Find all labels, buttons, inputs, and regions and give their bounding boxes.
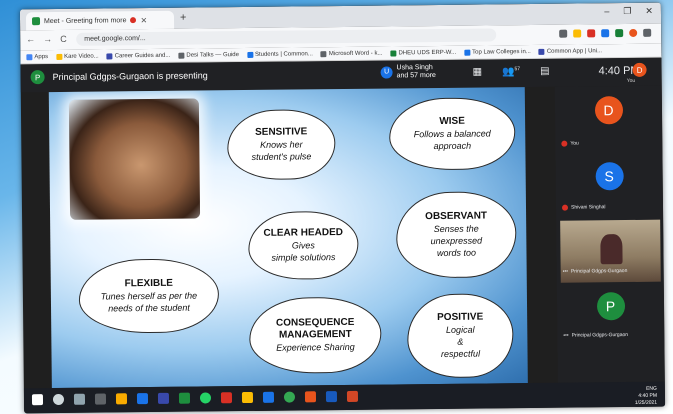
people-icon[interactable]: 👥57 <box>502 66 520 78</box>
close-tab-icon[interactable]: ✕ <box>140 16 147 25</box>
cloud-clear-headed: CLEAR HEADED Gives simple solutions <box>248 210 359 280</box>
tab-title: Meet - Greeting from more <box>43 16 127 25</box>
app-icon[interactable] <box>220 392 233 404</box>
more-icon[interactable]: ••• <box>563 333 568 339</box>
browser-tab[interactable]: Meet - Greeting from more ✕ <box>25 10 175 31</box>
extension-icon[interactable] <box>615 29 624 38</box>
cloud-sensitive: SENSITIVE Knows her student's pulse <box>226 109 336 181</box>
self-avatar[interactable]: D <box>632 62 647 77</box>
extension-icon[interactable] <box>587 29 596 38</box>
meet-favicon-icon <box>31 17 41 26</box>
meet-controls: ▦ 👥57 ▤ <box>473 66 550 78</box>
star-icon[interactable] <box>573 29 582 38</box>
participant-label: You <box>561 140 579 147</box>
app-icon[interactable] <box>178 392 191 404</box>
file-explorer-icon[interactable] <box>115 393 128 405</box>
cloud-flexible: FLEXIBLE Tunes herself as per the needs … <box>78 258 220 334</box>
back-button[interactable]: ← <box>26 34 35 44</box>
layout-icon[interactable]: ▦ <box>473 67 483 78</box>
app-icon[interactable] <box>157 392 170 404</box>
menu-icon[interactable] <box>643 28 652 37</box>
search-icon[interactable] <box>52 393 65 406</box>
profile-avatar-icon[interactable] <box>629 28 638 37</box>
app-icon[interactable] <box>94 393 107 405</box>
system-tray: ENG 4:40 PM 1/25/2021 <box>635 386 657 407</box>
bookmark-icon <box>178 52 185 59</box>
mic-off-icon <box>561 140 568 147</box>
maximize-button[interactable]: ❐ <box>623 6 631 17</box>
app-icon[interactable] <box>262 391 275 403</box>
powerpoint-icon[interactable] <box>346 390 359 402</box>
word-icon[interactable] <box>325 391 338 403</box>
cloud-observant: OBSERVANT Senses the unexpressed words t… <box>395 191 517 279</box>
mic-off-icon <box>561 204 569 211</box>
participant-label: ••• Principal Gdgps-Gurgaon <box>562 268 628 275</box>
bookmark-item[interactable]: Career Guides and... <box>106 52 170 59</box>
person-figure <box>600 234 623 265</box>
url-input[interactable]: meet.google.com/... <box>76 28 497 46</box>
whatsapp-icon[interactable] <box>199 392 212 404</box>
bookmark-icon <box>464 49 471 56</box>
participant-avatar: P <box>596 292 625 321</box>
participant-label: Shivani Singhal <box>561 204 606 211</box>
participant-sidebar: D You S Shivani Singhal ••• Principal Gd… <box>554 85 665 383</box>
window-controls: – ❐ ✕ <box>604 6 653 18</box>
participant-avatar: S <box>595 162 624 191</box>
bookmark-item[interactable]: Students | Common... <box>246 51 313 58</box>
monitor-screen: Meet - Greeting from more ✕ + – ❐ ✕ ← → … <box>19 2 666 414</box>
tray-date[interactable]: 1/25/2021 <box>635 400 657 407</box>
bookmark-icon <box>246 51 253 58</box>
bookmark-item[interactable]: Desi Talks — Guide <box>178 52 239 59</box>
bookmark-item[interactable]: DHEU UDS ERP-W... <box>390 49 456 56</box>
bookmark-item[interactable]: Top Law Colleges in... <box>464 49 531 56</box>
forward-button[interactable]: → <box>43 34 52 44</box>
apps-icon <box>26 53 33 60</box>
bookmark-icon <box>538 48 545 55</box>
bookmark-item[interactable]: Common App | Uni... <box>538 48 602 55</box>
chrome-icon[interactable] <box>283 391 296 403</box>
presenter-text: Principal Gdgps-Gurgaon is presenting <box>52 70 208 83</box>
task-view-icon[interactable] <box>73 393 86 405</box>
taskbar-apps <box>31 390 359 406</box>
presentation-slide: SENSITIVE Knows her student's pulse WISE… <box>48 87 528 389</box>
nav-buttons: ← → C <box>26 34 67 44</box>
participant-tile[interactable]: S <box>556 162 663 191</box>
cloud-consequence-management: CONSEQUENCE MANAGEMENT Experience Sharin… <box>248 296 382 374</box>
teacher-photo <box>68 98 201 220</box>
windows-start-icon[interactable] <box>31 394 44 406</box>
bookmark-icon <box>320 50 327 57</box>
new-tab-button[interactable]: + <box>180 12 187 24</box>
recording-dot-icon <box>130 17 137 24</box>
self-label: You <box>626 77 636 85</box>
app-icon[interactable] <box>241 391 254 404</box>
language-indicator[interactable]: ENG <box>646 386 657 392</box>
app-icon[interactable] <box>136 393 149 405</box>
reload-button[interactable]: C <box>60 34 67 44</box>
minimize-button[interactable]: – <box>604 6 609 17</box>
close-window-button[interactable]: ✕ <box>645 6 653 17</box>
presenter-banner: P Principal Gdgps-Gurgaon is presenting <box>30 68 208 85</box>
key-icon[interactable] <box>559 29 568 38</box>
participant-avatar: D <box>594 96 623 125</box>
participants-summary[interactable]: U Usha Singh and 57 more <box>380 64 436 81</box>
bookmark-item[interactable]: Kare Video... <box>56 53 99 60</box>
bookmark-icon <box>56 53 63 60</box>
app-icon[interactable] <box>304 391 317 403</box>
bookmark-item[interactable]: Apps <box>26 54 48 60</box>
more-icon[interactable]: ••• <box>563 269 568 275</box>
bookmark-icon <box>390 49 397 56</box>
participant-avatar: U <box>380 66 393 79</box>
participant-tile[interactable]: D <box>555 96 662 125</box>
chat-icon[interactable]: ▤ <box>540 66 550 77</box>
bookmark-item[interactable]: Microsoft Word - k... <box>320 50 382 57</box>
cloud-positive: POSITIVE Logical & respectful <box>406 293 514 379</box>
participant-more: and 57 more <box>396 72 436 80</box>
participant-tile[interactable]: P <box>557 292 664 321</box>
bookmark-icon <box>106 52 113 59</box>
extension-icons <box>559 28 652 38</box>
cloud-wise: WISE Follows a balanced approach <box>388 97 516 171</box>
participant-label: ••• Principal Gdgps-Gurgaon <box>563 332 629 339</box>
presenter-avatar: P <box>30 70 45 85</box>
extension-icon[interactable] <box>601 29 610 38</box>
